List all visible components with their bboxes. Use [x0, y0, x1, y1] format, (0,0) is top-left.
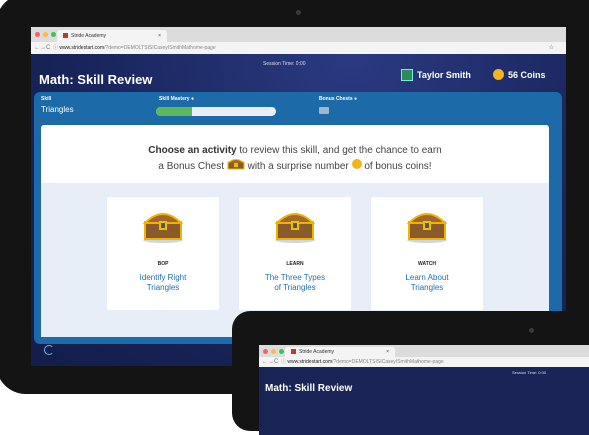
url-text[interactable]: ⓘ www.stridestart.com/?demo=DEMOLTSISICa… — [53, 42, 216, 54]
window-controls[interactable] — [35, 32, 56, 37]
activity-category: BOP — [157, 261, 169, 267]
activity-card-bop[interactable]: BOP Identify Right Triangles — [107, 197, 219, 310]
user-avatar-icon[interactable] — [401, 69, 413, 81]
prompt-line2a: a Bonus Chest — [158, 161, 225, 173]
coin-icon — [351, 159, 362, 174]
session-time: Session Time: 0:00 — [263, 61, 306, 67]
activity-title[interactable]: Identify Right Triangles — [107, 273, 219, 293]
tab-close-icon[interactable]: × — [386, 347, 389, 357]
window-controls[interactable] — [263, 349, 284, 354]
treasure-chest-icon — [406, 213, 448, 243]
mastery-label: Skill Mastery — [159, 96, 190, 102]
tab-title: Stride Academy — [299, 349, 335, 355]
page-title: Math: Skill Review — [39, 72, 153, 87]
prompt-line2b: with a surprise number — [247, 161, 349, 173]
activity-prompt: Choose an activity to review this skill,… — [41, 143, 549, 175]
coin-icon — [493, 69, 504, 80]
refresh-icon[interactable] — [44, 345, 54, 355]
activity-card-watch[interactable]: WATCH Learn About Triangles — [371, 197, 483, 310]
bonus-chests-label: Bonus Chests — [319, 96, 353, 102]
browser-tab[interactable]: Stride Academy × — [285, 347, 395, 357]
skill-label: Skill — [41, 96, 52, 102]
info-icon[interactable]: ● — [354, 96, 357, 102]
mastery-progress — [156, 107, 276, 116]
skill-value: Triangles — [41, 105, 74, 114]
mastery-progress-fill — [156, 107, 192, 116]
tab-close-icon[interactable]: × — [158, 30, 161, 42]
prompt-bold: Choose an activity — [148, 145, 237, 156]
second-screen: Stride Academy × ← → C ⓘ www.stridestart… — [259, 345, 589, 435]
info-icon[interactable]: ● — [191, 96, 194, 102]
mastery-goal-icon: ♂ — [270, 105, 276, 114]
session-time: Session Time: 0:00 — [512, 370, 547, 375]
second-tablet-frame: Stride Academy × ← → C ⓘ www.stridestart… — [232, 311, 589, 435]
reload-icon[interactable]: C — [46, 42, 50, 54]
reload-icon[interactable]: C — [274, 357, 278, 367]
mastery-label-wrap: Skill Mastery ● — [159, 96, 194, 102]
bookmark-star-icon[interactable]: ☆ — [549, 42, 554, 54]
favicon-icon — [291, 349, 296, 355]
activity-card-learn[interactable]: LEARN The Three Types of Triangles — [239, 197, 351, 310]
tab-title: Stride Academy — [71, 33, 107, 39]
activity-category: WATCH — [418, 261, 436, 267]
coin-count: 56 Coins — [508, 70, 546, 80]
browser-tab[interactable]: Stride Academy × — [57, 30, 167, 42]
page-title: Math: Skill Review — [265, 383, 353, 394]
activity-title[interactable]: The Three Types of Triangles — [239, 273, 351, 293]
activity-title[interactable]: Learn About Triangles — [371, 273, 483, 293]
favicon-icon — [63, 33, 68, 39]
browser-tab-strip: Stride Academy × — [259, 345, 589, 357]
camera — [296, 10, 301, 15]
url-text[interactable]: ⓘ www.stridestart.com/?demo=DEMOLTSISICa… — [281, 357, 444, 367]
browser-tab-strip: Stride Academy × — [31, 27, 566, 42]
address-bar[interactable]: ← → C ⓘ www.stridestart.com/?demo=DEMOLT… — [259, 357, 589, 367]
bonus-chest-icon — [319, 107, 329, 114]
user-name[interactable]: Taylor Smith — [417, 70, 471, 80]
activity-area: Choose an activity to review this skill,… — [41, 125, 549, 337]
camera — [529, 328, 534, 333]
activity-category: LEARN — [286, 261, 304, 267]
bonus-label-wrap: Bonus Chests ● — [319, 96, 357, 102]
prompt-line1: to review this skill, and get the chance… — [236, 145, 442, 156]
prompt-line2c: of bonus coins! — [364, 161, 432, 173]
treasure-chest-icon — [227, 158, 245, 175]
treasure-chest-icon — [274, 213, 316, 243]
treasure-chest-icon — [142, 213, 184, 243]
